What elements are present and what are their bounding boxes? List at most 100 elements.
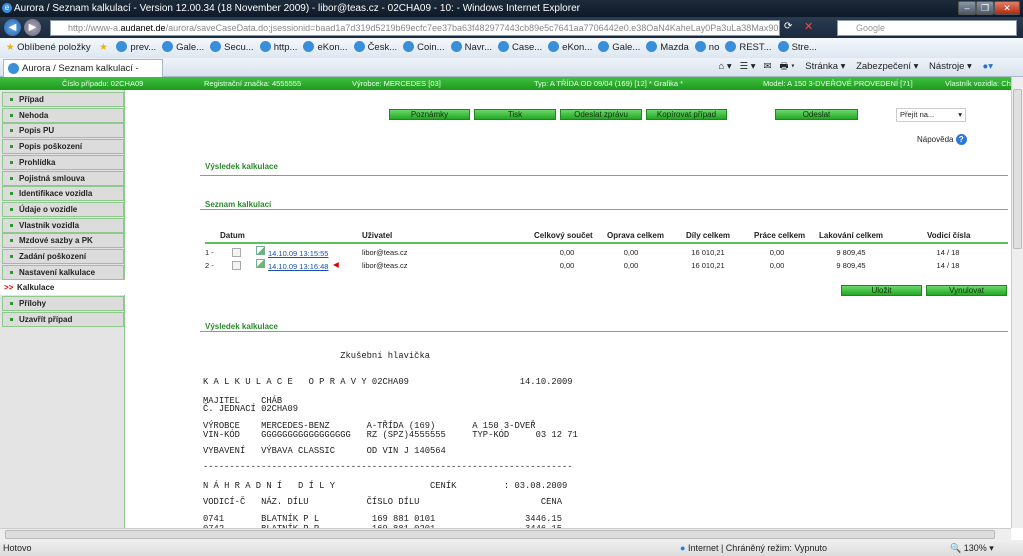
- favorite-link[interactable]: Stre...: [777, 38, 817, 58]
- ie-page-icon: [725, 41, 737, 52]
- cell-num: 2 -: [205, 261, 214, 270]
- ie-page-icon: [116, 41, 128, 52]
- close-button[interactable]: ✕: [994, 1, 1020, 15]
- home-icon[interactable]: ⌂ ▾: [718, 61, 731, 72]
- sidebar-item[interactable]: Nastavení kalkulace: [2, 264, 124, 280]
- calculation-date-link[interactable]: 14.10.09 13:16:48: [268, 262, 328, 271]
- favorite-link[interactable]: Navr...: [450, 38, 492, 58]
- rss-icon[interactable]: ☰ ▾: [740, 61, 756, 72]
- vertical-scrollbar[interactable]: [1011, 77, 1023, 528]
- minimize-button[interactable]: –: [958, 1, 976, 15]
- favorite-link[interactable]: prev...: [116, 38, 156, 58]
- back-button[interactable]: ◀: [4, 19, 21, 36]
- send-message-button[interactable]: Odeslat zprávu: [560, 109, 642, 120]
- help-link[interactable]: Nápověda ?: [917, 134, 967, 145]
- favorite-link[interactable]: Česk...: [353, 38, 397, 58]
- scroll-thumb[interactable]: [1013, 89, 1022, 249]
- report-line: ----------------------------------------…: [203, 462, 573, 472]
- sidebar-item[interactable]: Zadání poškození: [2, 249, 124, 264]
- help-icon[interactable]: ●▾: [982, 61, 993, 72]
- sidebar-item[interactable]: Identifikace vozidla: [2, 186, 124, 202]
- refresh-icon[interactable]: ⟳: [784, 21, 792, 32]
- page-menu[interactable]: Stránka ▾: [805, 61, 845, 72]
- cell-paint: 9 809,45: [836, 261, 866, 270]
- col-header-total: Celkový součet: [534, 231, 593, 240]
- favorites-button[interactable]: ★ Oblíbené položky: [6, 38, 91, 58]
- zoom-control[interactable]: 🔍 130% ▾: [950, 540, 994, 556]
- favorite-link[interactable]: Gale...: [162, 38, 204, 58]
- sidebar-item[interactable]: Údaje o vozidle: [2, 201, 124, 217]
- favorite-link[interactable]: Secu...: [210, 38, 254, 58]
- reset-button[interactable]: Vynulovat: [926, 285, 1007, 296]
- goto-select[interactable]: Přejít na... ▾: [896, 108, 966, 122]
- divider: [200, 209, 1008, 210]
- maximize-button[interactable]: ❐: [976, 1, 994, 15]
- favorite-link[interactable]: REST...: [725, 38, 772, 58]
- sidebar-item[interactable]: Nehoda: [2, 107, 124, 123]
- scroll-thumb[interactable]: [5, 530, 995, 539]
- edit-icon[interactable]: [256, 246, 265, 255]
- divider: [200, 175, 1008, 176]
- copy-case-button[interactable]: Kopírovat případ: [646, 109, 727, 120]
- ie-page-icon: [259, 41, 271, 52]
- browser-tab[interactable]: Aurora / Seznam kalkulací - Version 1...: [3, 59, 163, 91]
- case-number: Číslo případu: 02CHA09: [62, 79, 144, 88]
- sidebar-item[interactable]: Pojistná smlouva: [2, 170, 124, 186]
- favorite-link[interactable]: Gale...: [598, 38, 640, 58]
- sidebar-item[interactable]: Kalkulace: [0, 280, 125, 296]
- sidebar-item[interactable]: Přílohy: [2, 296, 124, 312]
- stop-icon[interactable]: ✕: [804, 20, 813, 33]
- favorite-link[interactable]: eKon...: [548, 38, 592, 58]
- horizontal-scrollbar[interactable]: [0, 528, 1011, 540]
- sidebar-item[interactable]: Popis poškození: [2, 139, 124, 155]
- cell-repair: 0,00: [623, 261, 639, 270]
- favorite-link[interactable]: Mazda: [646, 38, 689, 58]
- sidebar-item[interactable]: Uzavřít případ: [2, 311, 124, 327]
- ie-page-icon: [162, 41, 174, 52]
- edit-icon[interactable]: [256, 259, 265, 268]
- print-icon[interactable]: 🖶 ▾: [780, 61, 795, 72]
- tools-menu[interactable]: Nástroje ▾: [929, 61, 972, 72]
- section-title-list: Seznam kalkulací: [205, 200, 272, 209]
- sidebar-item[interactable]: Vlastník vozidla: [2, 217, 124, 233]
- vehicle-model: Model: A 150 3-DVEŘOVÉ PROVEDENÍ [71]: [763, 79, 913, 88]
- command-bar: ⌂ ▾ ☰ ▾ ✉ 🖶 ▾ Stránka ▾ Zabezpečení ▾ Nástr…: [710, 58, 993, 76]
- ie-page-icon: [353, 41, 365, 52]
- sidebar-item[interactable]: Případ: [2, 92, 124, 107]
- favorite-link[interactable]: http...: [259, 38, 297, 58]
- address-input[interactable]: http://www-a.audanet.de/aurora/saveCaseD…: [50, 20, 780, 36]
- row-checkbox[interactable]: [232, 248, 241, 257]
- favorite-link[interactable]: Case...: [498, 38, 542, 58]
- report-line: N Á H R A D N Í D Í L Y CENÍK : 03.08.20…: [203, 481, 568, 491]
- add-favorite-icon[interactable]: ★: [99, 38, 108, 58]
- status-text: Hotovo: [3, 543, 32, 553]
- ie-page-icon: [646, 41, 658, 52]
- save-button[interactable]: Uložit: [841, 285, 922, 296]
- tab-bar: Aurora / Seznam kalkulací - Version 1...…: [0, 58, 1023, 91]
- favorite-link[interactable]: Coin...: [403, 38, 445, 58]
- security-menu[interactable]: Zabezpečení ▾: [856, 61, 918, 72]
- favorite-link[interactable]: eKon...: [303, 38, 348, 58]
- col-header-repair: Oprava celkem: [607, 231, 664, 240]
- send-button[interactable]: Odeslat: [775, 109, 858, 120]
- registration-plate: Registrační značka: 4555555: [204, 79, 302, 88]
- sidebar-item[interactable]: Mzdové sazby a PK: [2, 233, 124, 249]
- calculation-date-link[interactable]: 14.10.09 13:15:55: [268, 249, 328, 258]
- window-title: Aurora / Seznam kalkulací - Version 12.0…: [14, 3, 580, 14]
- forward-button[interactable]: ▶: [24, 19, 41, 36]
- cell-guide: 14 / 18: [936, 248, 960, 257]
- cell-labour: 0,00: [769, 261, 785, 270]
- cell-guide: 14 / 18: [936, 261, 960, 270]
- cell-labour: 0,00: [769, 248, 785, 257]
- sidebar-item[interactable]: Prohlídka: [2, 154, 124, 170]
- mail-icon[interactable]: ✉: [764, 61, 772, 72]
- favorite-link[interactable]: no: [694, 38, 719, 58]
- sidebar-item[interactable]: Popis PU: [2, 123, 124, 139]
- notes-button[interactable]: Poznámky: [389, 109, 470, 120]
- print-button[interactable]: Tisk: [474, 109, 556, 120]
- section-title-result: Výsledek kalkulace: [205, 162, 278, 171]
- row-checkbox[interactable]: [232, 261, 241, 270]
- search-input[interactable]: Google: [837, 20, 1017, 36]
- zone-info: ● Internet | Chráněný režim: Vypnuto: [680, 543, 828, 553]
- ie-page-icon: [403, 41, 415, 52]
